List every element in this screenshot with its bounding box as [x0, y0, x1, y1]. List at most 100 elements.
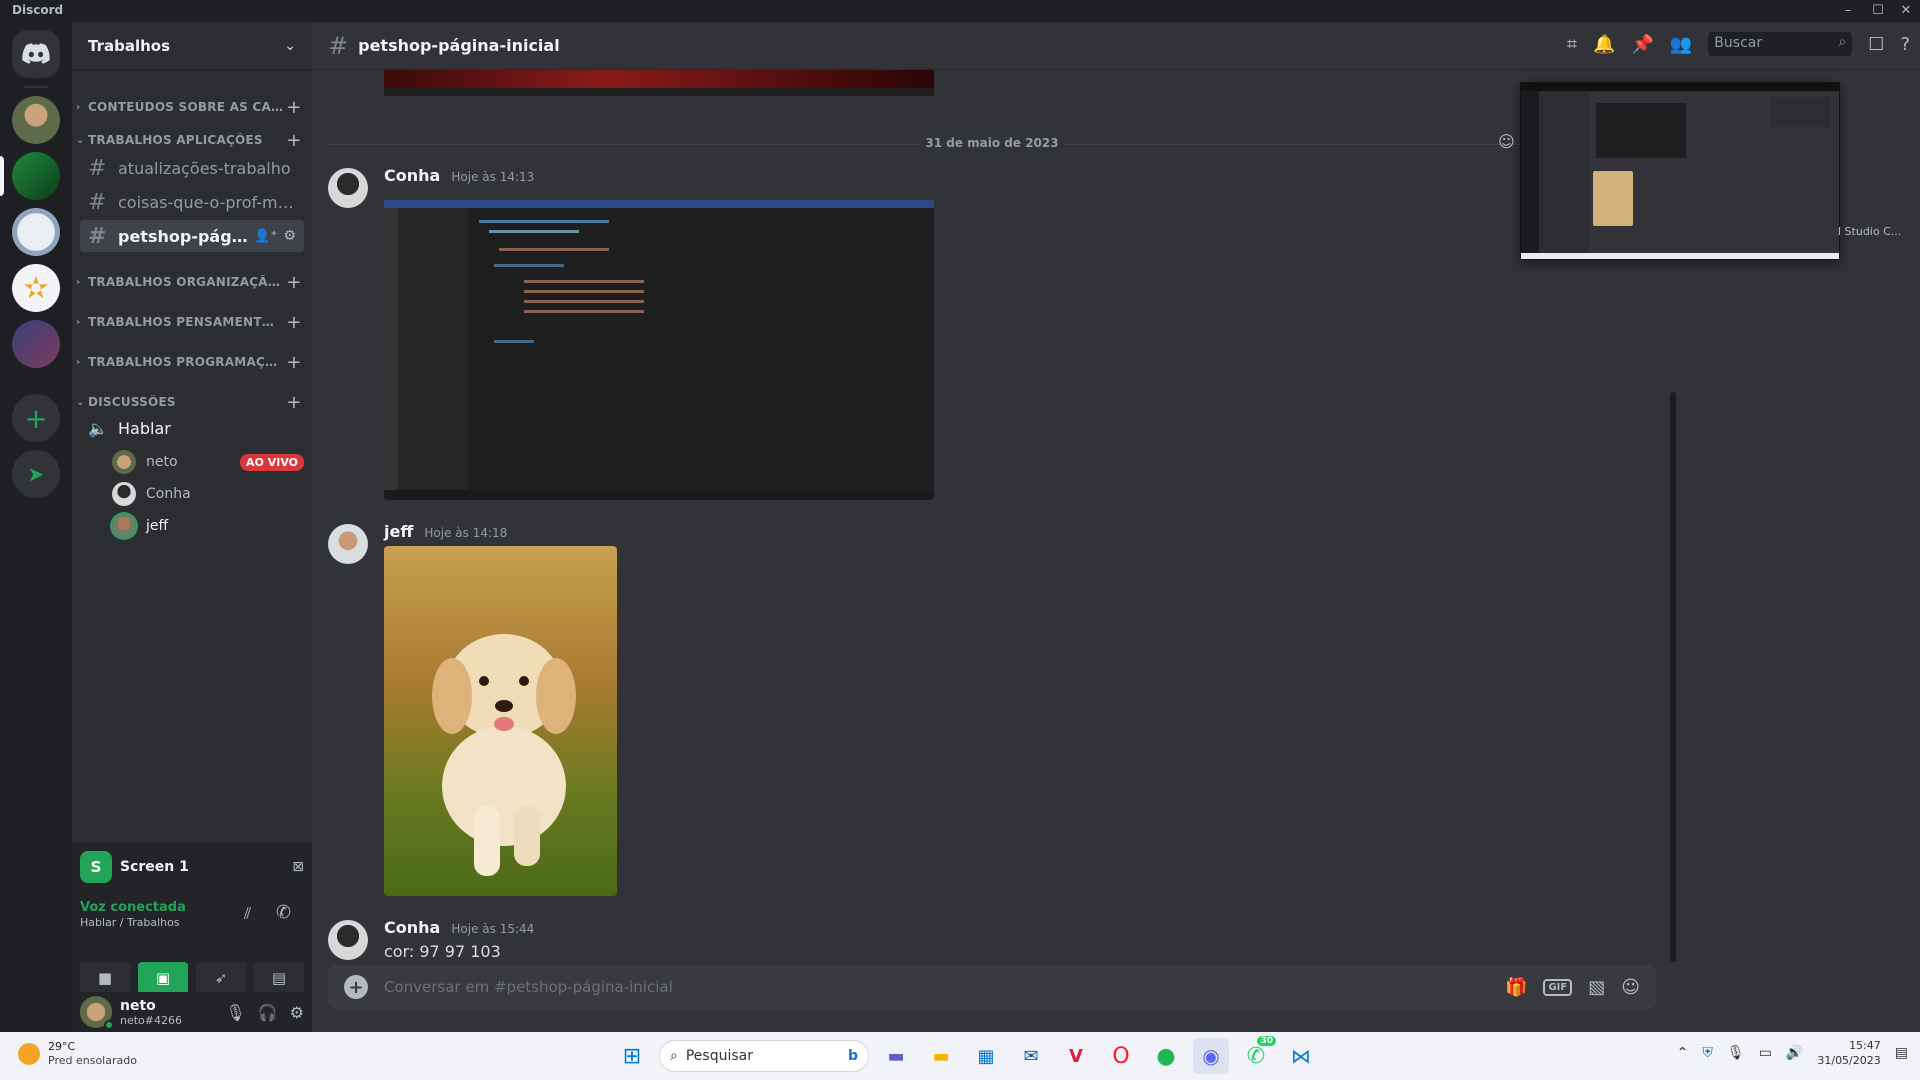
- inbox-icon[interactable]: ☐: [1868, 34, 1884, 55]
- mail-app[interactable]: ✉: [1013, 1038, 1049, 1074]
- voice-user-jeff[interactable]: jeff: [112, 512, 304, 540]
- category-trabalhos-programacao[interactable]: › TRABALHOS PROGRAMAÇÃO D... +: [72, 352, 312, 373]
- help-icon[interactable]: ?: [1900, 34, 1910, 55]
- server-icon-3[interactable]: [12, 208, 60, 256]
- message-composer[interactable]: + Conversar em #petshop-página-inicial 🎁…: [328, 965, 1656, 1009]
- channel-atualizacoes-trabalho[interactable]: # atualizações-trabalho: [80, 152, 304, 184]
- notification-center-icon[interactable]: ▤: [1895, 1045, 1908, 1061]
- disconnect-icon[interactable]: ✆: [276, 902, 291, 923]
- voice-channel-hablar[interactable]: 🔈 Hablar: [80, 412, 304, 444]
- attach-plus-icon[interactable]: +: [344, 975, 368, 999]
- code-screenshot-attachment[interactable]: [384, 190, 934, 500]
- channel-petshop-pagina-inicial[interactable]: # petshop-página-in... 👤⁺ ⚙: [80, 220, 304, 252]
- server-icon-5[interactable]: [12, 320, 60, 368]
- microphone-icon[interactable]: 🎙: [225, 1003, 245, 1022]
- spotify-app[interactable]: ●: [1148, 1038, 1184, 1074]
- voice-user-conha[interactable]: Conha: [112, 480, 304, 508]
- avatar[interactable]: [328, 168, 368, 208]
- soundboard-button[interactable]: ▤: [254, 962, 304, 994]
- member-list-icon[interactable]: 👥: [1670, 34, 1692, 55]
- chevron-up-icon[interactable]: ⌃: [1677, 1045, 1689, 1061]
- weather-widget[interactable]: 29°C Pred ensolarado: [18, 1040, 137, 1068]
- server-icon-trabalhos[interactable]: [12, 152, 60, 200]
- voice-status[interactable]: Voz conectada: [80, 900, 304, 915]
- sticker-icon[interactable]: ▧: [1588, 977, 1605, 998]
- channel-coisas-que-o-prof[interactable]: # coisas-que-o-prof-ma...: [80, 186, 304, 218]
- camera-button[interactable]: ■: [80, 962, 130, 994]
- screen-share-panel[interactable]: S Screen 1 ⊠: [72, 842, 312, 892]
- discord-home-button[interactable]: [12, 30, 60, 78]
- emoji-icon[interactable]: ☺: [1621, 977, 1640, 998]
- avatar[interactable]: [328, 920, 368, 960]
- server-header[interactable]: Trabalhos ⌄: [72, 22, 312, 70]
- category-trabalhos-pensamento[interactable]: › TRABALHOS PENSAMENTO CO... +: [72, 312, 312, 333]
- app-red-v[interactable]: V: [1058, 1038, 1094, 1074]
- explore-servers-button[interactable]: ➤: [12, 450, 60, 498]
- start-button[interactable]: ⊞: [614, 1038, 650, 1074]
- add-channel-icon[interactable]: +: [284, 272, 304, 293]
- add-channel-icon[interactable]: +: [284, 352, 304, 373]
- voice-connection-panel: Voz conectada Hablar / Trabalhos ⫽ ✆ ■ ▣…: [72, 892, 312, 994]
- gift-icon[interactable]: 🎁: [1505, 977, 1527, 998]
- server-icon-1[interactable]: [12, 96, 60, 144]
- message-author[interactable]: Conha: [384, 166, 440, 185]
- previous-image-attachment[interactable]: [384, 70, 934, 96]
- security-shield-icon[interactable]: ⛨: [1702, 1045, 1713, 1061]
- threads-icon[interactable]: ⌗: [1567, 34, 1577, 55]
- category-label: TRABALHOS PROGRAMAÇÃO D...: [88, 355, 284, 369]
- stream-preview-popout[interactable]: [1520, 82, 1840, 260]
- add-channel-icon[interactable]: +: [284, 97, 304, 118]
- puppy-image-attachment[interactable]: [384, 546, 617, 896]
- add-reaction-icon[interactable]: ☺: [1498, 132, 1515, 151]
- bell-icon[interactable]: 🔔: [1593, 34, 1615, 55]
- add-channel-icon[interactable]: +: [284, 130, 304, 151]
- invite-icon[interactable]: 👤⁺: [254, 229, 277, 244]
- whatsapp-app[interactable]: ✆ 30: [1238, 1036, 1276, 1074]
- noise-suppression-icon[interactable]: ⫽: [244, 904, 251, 924]
- message-author[interactable]: Conha: [384, 918, 440, 937]
- teams-chat-app[interactable]: ▬: [878, 1038, 914, 1074]
- voice-location[interactable]: Hablar / Trabalhos: [80, 916, 304, 929]
- microphone-icon[interactable]: 🎙: [1727, 1045, 1745, 1061]
- message-author[interactable]: jeff: [384, 522, 413, 541]
- minimize-button[interactable]: –: [1834, 0, 1862, 22]
- add-channel-icon[interactable]: +: [284, 312, 304, 333]
- gear-icon[interactable]: ⚙: [283, 228, 296, 244]
- user-info[interactable]: neto neto#4266: [120, 998, 182, 1027]
- volume-icon[interactable]: 🔊: [1786, 1045, 1803, 1061]
- taskbar-search[interactable]: ⌕ Pesquisar b: [659, 1040, 869, 1072]
- composer-placeholder[interactable]: Conversar em #petshop-página-inicial: [384, 978, 1505, 996]
- server-icon-star[interactable]: ✫: [12, 264, 60, 312]
- system-clock[interactable]: 15:47 31/05/2023: [1817, 1038, 1880, 1068]
- close-button[interactable]: ✕: [1892, 0, 1920, 22]
- avatar[interactable]: [328, 524, 368, 564]
- category-trabalhos-organizacao[interactable]: › TRABALHOS ORGANIZAÇÃO E A... +: [72, 272, 312, 293]
- category-conteudos[interactable]: › CONTEÚDOS SOBRE AS CADEIR... +: [72, 97, 312, 118]
- microsoft-store-app[interactable]: ▦: [968, 1038, 1004, 1074]
- network-icon[interactable]: ▭: [1759, 1045, 1772, 1061]
- category-discussoes[interactable]: ⌄ DISCUSSÕES +: [72, 392, 312, 413]
- stop-stream-icon[interactable]: ⊠: [292, 859, 304, 875]
- chevron-right-icon: ›: [76, 316, 81, 328]
- discord-app[interactable]: ◉: [1193, 1038, 1229, 1074]
- share-screen-button[interactable]: ▣: [138, 962, 188, 994]
- settings-gear-icon[interactable]: ⚙: [290, 1003, 304, 1022]
- file-explorer-app[interactable]: ▬: [923, 1038, 959, 1074]
- add-channel-icon[interactable]: +: [284, 392, 304, 413]
- category-label: TRABALHOS PENSAMENTO CO...: [88, 315, 284, 329]
- search-input[interactable]: Buscar ⌕: [1708, 32, 1853, 56]
- avatar[interactable]: [80, 996, 114, 1030]
- voice-user-neto[interactable]: neto AO VIVO: [112, 448, 304, 476]
- search-icon: ⌕: [670, 1048, 678, 1064]
- pin-icon[interactable]: 📌: [1631, 34, 1653, 55]
- opera-app[interactable]: O: [1103, 1038, 1139, 1074]
- vscode-app[interactable]: ⋈: [1283, 1038, 1319, 1074]
- add-server-button[interactable]: +: [12, 394, 60, 442]
- gif-button[interactable]: GIF: [1543, 978, 1573, 996]
- headphones-icon[interactable]: 🎧: [258, 1003, 278, 1022]
- maximize-button[interactable]: ☐: [1864, 0, 1892, 22]
- message-scrollbar[interactable]: [1670, 392, 1676, 962]
- notification-badge: 30: [1257, 1036, 1276, 1046]
- activity-button[interactable]: ➶: [196, 962, 246, 994]
- category-trabalhos-aplicacoes[interactable]: ⌄ TRABALHOS APLICAÇÕES +: [72, 130, 312, 151]
